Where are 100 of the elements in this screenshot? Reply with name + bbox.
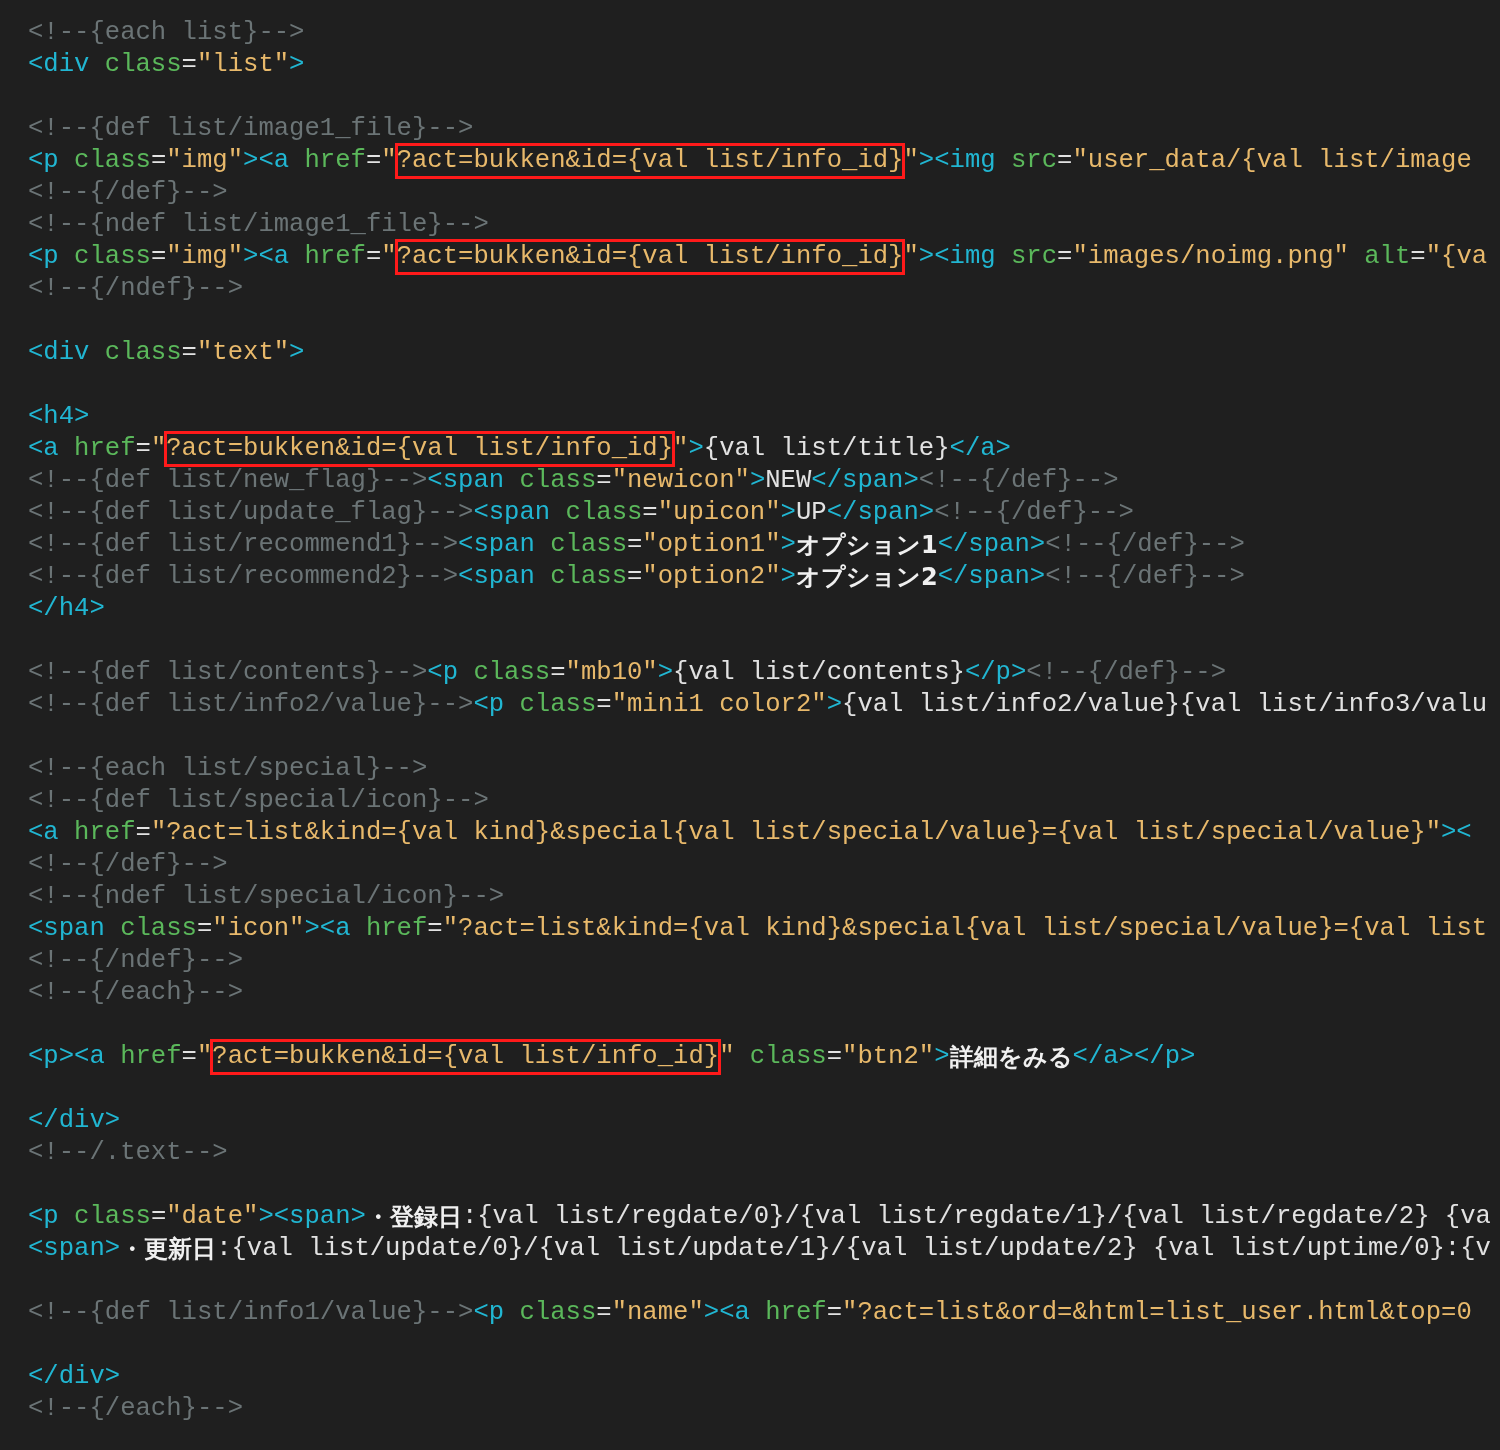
comment: <!--{each list}--> (28, 17, 305, 49)
string-literal: "text" (196, 337, 290, 369)
string-literal: " (903, 145, 919, 177)
string-literal: " (150, 433, 167, 465)
comment: <!--{/def}--> (1045, 529, 1245, 561)
html-tag: <p (427, 657, 459, 689)
string-literal: "upicon" (657, 497, 781, 529)
comment: <!--/.text--> (28, 1137, 228, 1169)
html-tag: </span> (937, 561, 1046, 593)
japanese-text: 詳細をみる (949, 1042, 1073, 1073)
html-tag: ><img (918, 241, 996, 273)
string-literal: "?act=list&kind={val kind}&special{val list/special/value}={val list (442, 913, 1488, 945)
html-tag: <span (458, 561, 535, 593)
code-text: NEW (765, 465, 812, 497)
code-text: = (1057, 241, 1073, 273)
html-tag: </span> (826, 497, 935, 529)
comment: <!--{def list/recommend1}--> (28, 529, 459, 561)
html-tag: ><img (918, 145, 996, 177)
comment: <!--{/ndef}--> (28, 273, 244, 305)
html-tag: <p><a (28, 1041, 105, 1073)
attribute-name: class (103, 49, 182, 81)
attribute-name: href (119, 1041, 182, 1073)
code-text: = (181, 337, 197, 369)
html-tag: <div (28, 337, 90, 369)
code-text: {val list/contents} (673, 657, 965, 689)
attribute-name: href (303, 145, 366, 177)
html-tag: > (780, 529, 796, 561)
japanese-text: ・更新日 (120, 1234, 217, 1265)
comment: <!--{/def}--> (1045, 561, 1245, 593)
highlighted-url: ?act=bukken&id={val list/info_id} (166, 433, 674, 465)
string-literal: " (719, 1041, 735, 1073)
html-tag: <p (473, 689, 505, 721)
comment: <!--{def list/image1_file}--> (28, 113, 474, 145)
comment: <!--{def list/contents}--> (28, 657, 428, 689)
string-literal: "images/noimg.png" (1072, 241, 1349, 273)
comment: <!--{each list/special}--> (28, 753, 428, 785)
code-text: = (596, 689, 612, 721)
code-text: = (150, 241, 167, 273)
highlighted-url: ?act=bukken&id={val list/info_id} (396, 241, 904, 273)
html-tag: ><a (243, 241, 290, 273)
code-text: = (427, 913, 443, 945)
comment: <!--{/each}--> (28, 977, 244, 1009)
comment: <!--{ndef list/image1_file}--> (28, 209, 489, 241)
html-tag: > (780, 561, 796, 593)
code-text: = (365, 241, 382, 273)
attribute-name: href (364, 913, 428, 945)
string-literal: "mini1 color2" (611, 689, 827, 721)
string-literal: "?act=list&kind={val kind}&special{val list/special/value}={val list/special/value}" (150, 817, 1441, 849)
html-tag: </p> (964, 657, 1027, 689)
comment: <!--{def list/info1/value}--> (28, 1297, 474, 1329)
string-literal: "mb10" (565, 657, 658, 689)
string-literal: "name" (611, 1297, 704, 1329)
code-text: = (826, 1041, 843, 1073)
string-literal: " (381, 241, 397, 273)
string-literal: "option1" (642, 529, 781, 561)
code-text: = (596, 465, 612, 497)
code-text: = (365, 145, 382, 177)
attribute-name: href (303, 241, 366, 273)
html-tag: <span (473, 497, 551, 529)
attribute-name: class (564, 497, 643, 529)
string-literal: " (196, 1041, 213, 1073)
string-literal: " (673, 433, 689, 465)
attribute-name: class (119, 913, 197, 945)
comment: <!--{/def}--> (28, 177, 228, 209)
html-tag: <span> (28, 1233, 121, 1265)
comment: <!--{def list/new_flag}--> (28, 465, 428, 497)
comment: <!--{/ndef}--> (28, 945, 244, 977)
attribute-name: src (1009, 241, 1058, 273)
code-text: :{val list/regdate/0}/{val list/regdate/1}/{val list/regdate/2} {va (461, 1201, 1491, 1233)
string-literal: " (381, 145, 397, 177)
string-literal: " (903, 241, 919, 273)
html-tag: > (688, 433, 704, 465)
code-text: = (826, 1297, 843, 1329)
attribute-name: class (549, 529, 627, 561)
html-tag: > (780, 497, 796, 529)
highlighted-url: ?act=bukken&id={val list/info_id} (212, 1041, 720, 1073)
code-text: = (1057, 145, 1073, 177)
comment: <!--{/def}--> (918, 465, 1119, 497)
japanese-text: ・登録日 (365, 1202, 462, 1233)
comment: <!--{/def}--> (1026, 657, 1226, 689)
comment: <!--{def list/recommend2}--> (28, 561, 459, 593)
string-literal: "newicon" (611, 465, 750, 497)
code-text: = (135, 817, 151, 849)
html-tag: <span (458, 529, 535, 561)
code-text: = (1410, 241, 1426, 273)
attribute-name: class (748, 1041, 827, 1073)
html-tag: <p (28, 1201, 59, 1233)
code-text: = (596, 1297, 612, 1329)
html-tag: </a></p> (1072, 1041, 1196, 1073)
html-tag: > (657, 657, 674, 689)
attribute-name: href (73, 433, 136, 465)
string-literal: "btn2" (842, 1041, 935, 1073)
string-literal: "date" (166, 1201, 259, 1233)
code-text: :{val list/update/0}/{val list/update/1}/{val list/update/2} {val list/uptime/0}:{v (216, 1233, 1491, 1265)
attribute-name: class (103, 337, 182, 369)
attribute-name: src (1009, 145, 1058, 177)
html-tag: ><span> (258, 1201, 366, 1233)
html-tag: <h4> (28, 401, 90, 433)
html-tag: <a (28, 433, 59, 465)
japanese-text: オプション1 (795, 530, 938, 561)
